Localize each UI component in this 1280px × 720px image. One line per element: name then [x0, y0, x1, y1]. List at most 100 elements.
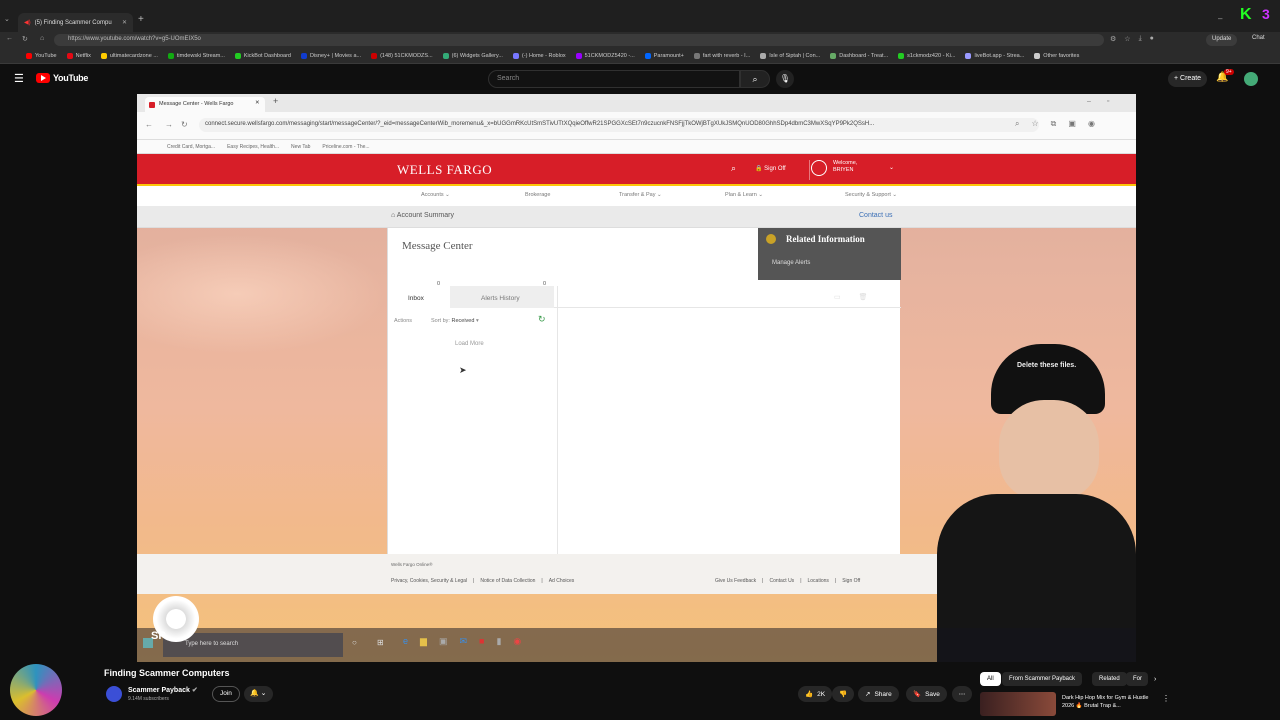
forward-icon[interactable]: → — [165, 120, 173, 129]
chip[interactable]: From Scammer Payback — [1002, 672, 1083, 686]
mail-icon[interactable]: ✉ — [459, 636, 467, 647]
bookmark-item[interactable]: KickBot Dashboard — [234, 52, 291, 59]
join-button[interactable]: Join — [212, 686, 240, 702]
nav-item[interactable]: Plan & Learn ⌄ — [725, 192, 763, 198]
minimize-icon[interactable]: – — [1087, 98, 1091, 105]
sort-control[interactable]: Sort by: Received ▾ — [431, 318, 479, 324]
nav-item[interactable]: Transfer & Pay ⌄ — [619, 192, 662, 198]
account-summary-link[interactable]: ⌂ Account Summary — [391, 212, 454, 219]
tab-alerts-history[interactable]: Alerts History 0 — [450, 281, 554, 308]
menu-icon[interactable]: ☰ — [14, 72, 24, 85]
nav-item[interactable]: Accounts ⌄ — [421, 192, 450, 198]
app-icon[interactable]: ■ — [479, 636, 484, 647]
remote-bookmark-item[interactable]: Easy Recipes, Health... — [227, 144, 279, 150]
video-player[interactable]: Message Center - Wells Fargo ✕ + – ▫ ← → … — [137, 94, 1136, 662]
channel-name[interactable]: Scammer Payback ✔ — [128, 686, 198, 694]
nav-item[interactable]: Security & Support ⌄ — [845, 192, 897, 198]
update-button[interactable]: Update — [1206, 34, 1238, 46]
bookmark-item[interactable]: Netflix — [66, 52, 91, 59]
bookmark-item[interactable]: Isle of Siptah | Con... — [760, 52, 820, 59]
bookmark-item[interactable]: liveBot.app - Strea... — [965, 52, 1024, 59]
remote-bookmark-item[interactable]: Credit Card, Mortga... — [167, 144, 215, 150]
home-icon[interactable]: ⌂ — [40, 35, 44, 42]
reload-icon[interactable]: ↻ — [22, 35, 28, 43]
bookmark-item[interactable]: ultimatecardzone ... — [100, 52, 158, 59]
search-input[interactable]: Search — [488, 70, 740, 88]
back-icon[interactable]: ← — [145, 120, 153, 129]
bookmark-item[interactable]: 51CKMODZ5420 -... — [575, 52, 635, 59]
extension-icon[interactable]: ⚙ — [1110, 35, 1116, 43]
tab-list-icon[interactable]: ⌄ — [4, 15, 10, 23]
cortana-icon[interactable]: ○ — [352, 638, 357, 647]
footer-link[interactable]: Give Us Feedback — [715, 578, 756, 584]
bookmark-item[interactable]: Disney+ | Movies a... — [300, 52, 361, 59]
bookmark-item[interactable]: fart with reverb - I... — [693, 52, 750, 59]
footer-link[interactable]: Ad Choices — [549, 578, 575, 584]
remote-tab[interactable]: Message Center - Wells Fargo ✕ — [145, 97, 265, 112]
chevron-down-icon[interactable]: ⌄ — [889, 164, 894, 171]
chrome-icon[interactable]: ◉ — [513, 636, 521, 647]
close-icon[interactable]: ✕ — [122, 19, 127, 26]
chevron-right-icon[interactable]: › — [1154, 676, 1156, 683]
save-button[interactable]: 🔖 Save — [906, 686, 947, 702]
url-field[interactable]: https://www.youtube.com/watch?v=g5-UOmEI… — [54, 34, 1104, 46]
edge-icon[interactable]: e — [403, 636, 408, 647]
wellsfargo-logo[interactable]: WELLS FARGO — [397, 162, 492, 178]
rec-thumbnail[interactable] — [980, 692, 1056, 716]
bookmark-item[interactable]: (6) Widgets Gallery... — [442, 52, 503, 59]
rec-title[interactable]: Dark Hip Hop Mix for Gym & Hustle 2026 🔥… — [1062, 694, 1157, 710]
profile-icon[interactable]: ◉ — [1088, 119, 1095, 129]
trash-icon[interactable]: 🗑 — [859, 293, 868, 301]
youtube-logo[interactable]: YouTube — [36, 73, 88, 83]
collections-icon[interactable]: ▣ — [1068, 119, 1076, 129]
chip[interactable]: Related — [1092, 672, 1127, 686]
footer-link[interactable]: Locations — [808, 578, 829, 584]
actions-menu[interactable]: Actions — [394, 318, 412, 324]
task-view-icon[interactable]: ⊞ — [377, 638, 384, 647]
footer-link[interactable]: Notice of Data Collection — [480, 578, 535, 584]
app-icon-2[interactable]: ▮ — [496, 636, 501, 647]
more-options-icon[interactable]: ⋮ — [1162, 694, 1170, 703]
remote-bookmark-item[interactable]: New Tab — [291, 144, 310, 150]
load-more-button[interactable]: Load More — [455, 341, 484, 347]
search-icon[interactable]: ⌕ — [731, 163, 736, 174]
like-button[interactable]: 👍 2K — [798, 686, 833, 702]
chat-button[interactable]: Chat — [1252, 35, 1265, 41]
nav-item[interactable]: Brokerage — [525, 192, 550, 198]
maximize-icon[interactable]: ▫ — [1107, 98, 1109, 105]
back-icon[interactable]: ← — [6, 35, 13, 42]
footer-link[interactable]: Privacy, Cookies, Security & Legal — [391, 578, 467, 584]
mic-button[interactable]: 🎙 — [776, 70, 794, 88]
bookmark-item[interactable]: (-) Home - Roblox — [512, 52, 566, 59]
refresh-icon[interactable]: ↻ — [538, 314, 546, 325]
bookmark-item[interactable]: s1ckmodz420 - Ki... — [898, 52, 955, 59]
favorites-icon[interactable]: ☆ — [1124, 35, 1130, 43]
tab-youtube[interactable]: ◀) (5) Finding Scammer Compu ✕ — [18, 13, 133, 32]
profile-icon[interactable]: ● — [1150, 35, 1154, 43]
contact-us-link[interactable]: Contact us — [859, 212, 892, 219]
bookmark-item[interactable]: Dashboard - Treat... — [830, 52, 888, 59]
remote-bookmark-item[interactable]: Priceline.com - The... — [322, 144, 369, 150]
bookmark-item[interactable]: Paramount+ — [644, 52, 684, 59]
remote-url-field[interactable]: connect.secure.wellsfargo.com/messaging/… — [199, 118, 1039, 132]
extension-icon[interactable]: ⧉ — [1051, 119, 1057, 129]
sign-off-button[interactable]: 🔒 Sign Off — [755, 165, 786, 172]
store-icon[interactable]: ▣ — [439, 636, 448, 647]
reload-icon[interactable]: ↻ — [181, 120, 188, 129]
file-explorer-icon[interactable]: ▆ — [420, 636, 427, 647]
bookmark-item[interactable]: YouTube — [26, 52, 57, 59]
welcome-menu[interactable]: Welcome, BRIYEN — [833, 160, 857, 174]
footer-link[interactable]: Contact Us — [769, 578, 794, 584]
channel-avatar[interactable] — [106, 686, 122, 702]
create-button[interactable]: + Create — [1168, 71, 1208, 87]
close-icon[interactable]: ✕ — [255, 100, 260, 106]
new-tab-button[interactable]: + — [138, 14, 144, 25]
zoom-icon[interactable]: ⌕ — [1015, 119, 1019, 129]
manage-alerts-link[interactable]: Manage Alerts — [772, 260, 810, 266]
bookmark-item[interactable]: (148) 51CKMODZS... — [371, 52, 433, 59]
chip[interactable]: For — [1126, 672, 1148, 686]
avatar[interactable] — [1244, 72, 1258, 86]
more-actions-button[interactable]: ⋯ — [952, 686, 972, 702]
minimize-icon[interactable]: – — [1218, 14, 1222, 23]
share-button[interactable]: ↗ Share — [858, 686, 899, 702]
